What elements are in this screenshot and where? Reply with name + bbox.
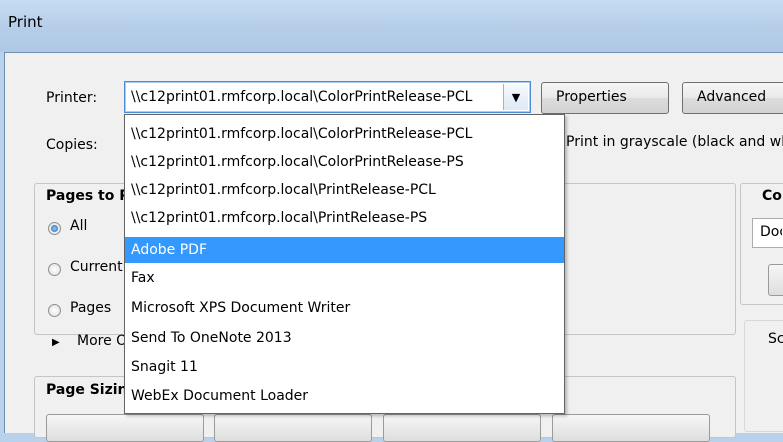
radio-pages[interactable] — [48, 304, 61, 317]
dropdown-item-color-pcl[interactable]: \\c12print01.rmfcorp.local\ColorPrintRel… — [125, 121, 564, 147]
scale-label: Scale — [768, 331, 783, 347]
multiple-button[interactable] — [383, 414, 541, 442]
triangle-right-icon[interactable]: ▶ — [52, 337, 60, 348]
properties-button[interactable]: Properties — [541, 82, 669, 114]
radio-all[interactable] — [48, 222, 61, 235]
printer-label: Printer: — [46, 90, 98, 106]
advanced-button[interactable]: Advanced — [682, 82, 783, 114]
booklet-button[interactable] — [552, 414, 710, 442]
radio-current-page[interactable] — [48, 263, 61, 276]
grayscale-checkbox-label[interactable]: Print in grayscale (black and white) — [566, 134, 783, 150]
radio-all-label[interactable]: All — [70, 218, 87, 234]
printer-dropdown-list[interactable]: \\c12print01.rmfcorp.local\ColorPrintRel… — [124, 114, 565, 414]
poster-button[interactable] — [214, 414, 372, 442]
printer-select[interactable]: \\c12print01.rmfcorp.local\ColorPrintRel… — [124, 81, 531, 113]
dropdown-item-adobe-pdf[interactable]: Adobe PDF — [125, 237, 564, 263]
dropdown-item-xps-writer[interactable]: Microsoft XPS Document Writer — [125, 295, 564, 321]
dropdown-item-release-ps[interactable]: \\c12print01.rmfcorp.local\PrintRelease-… — [125, 205, 564, 231]
summarize-comments-button[interactable] — [768, 264, 783, 296]
printer-select-value: \\c12print01.rmfcorp.local\ColorPrintRel… — [131, 89, 473, 105]
copies-label: Copies: — [46, 137, 98, 153]
dropdown-item-snagit[interactable]: Snagit 11 — [125, 354, 564, 380]
radio-pages-label[interactable]: Pages — [70, 300, 111, 316]
dropdown-item-fax[interactable]: Fax — [125, 265, 564, 291]
chevron-down-icon[interactable]: ▼ — [503, 84, 528, 110]
comments-forms-select-value: Document and Markups — [760, 224, 782, 240]
dropdown-item-release-pcl[interactable]: \\c12print01.rmfcorp.local\PrintRelease-… — [125, 177, 564, 203]
title-bar: Print — [0, 0, 783, 52]
comments-forms-title: Comments & Forms — [762, 188, 783, 204]
comments-forms-select[interactable]: Document and Markups — [752, 218, 783, 248]
dropdown-item-webex[interactable]: WebEx Document Loader — [125, 383, 564, 409]
dropdown-item-color-ps[interactable]: \\c12print01.rmfcorp.local\ColorPrintRel… — [125, 149, 564, 175]
size-button[interactable] — [46, 414, 204, 442]
dropdown-item-onenote[interactable]: Send To OneNote 2013 — [125, 325, 564, 351]
window-title: Print — [8, 13, 43, 31]
